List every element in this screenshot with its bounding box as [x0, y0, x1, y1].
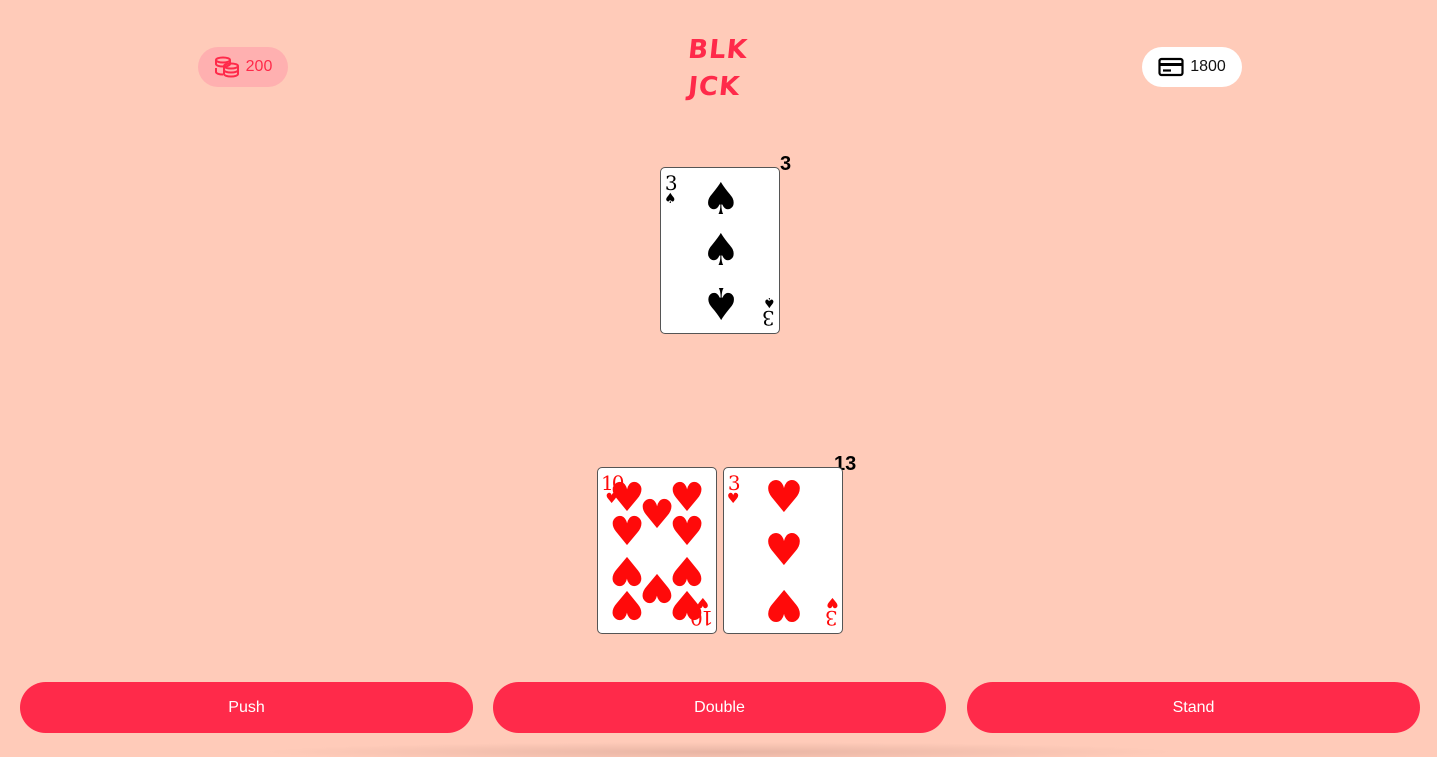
spade-icon: ♠ — [763, 294, 776, 310]
card-corner: 3 ♥ — [826, 594, 839, 630]
spade-icon: ♠ — [701, 277, 741, 328]
heart-icon: ♥ — [826, 594, 839, 610]
heart-icon: ♥ — [609, 509, 645, 555]
spade-icon: ♠ — [664, 191, 677, 207]
bank-amount: 1800 — [1190, 58, 1226, 75]
heart-icon: ♥ — [727, 491, 740, 507]
player-card-3-hearts: 3 ♥ ♥ ♥ ♥ 3 ♥ — [723, 467, 843, 634]
heart-icon: ♥ — [764, 472, 804, 523]
spade-icon: ♠ — [701, 174, 741, 225]
logo-line-2: JCK — [686, 72, 742, 102]
card-corner: 10 ♥ — [691, 594, 713, 630]
card-corner: 3 ♠ — [664, 171, 678, 207]
dealer-card-3-spades: 3 ♠ ♠ ♠ ♠ 3 ♠ — [660, 167, 780, 334]
card-corner: 3 ♠ — [763, 294, 776, 330]
stand-button[interactable]: Stand — [967, 682, 1420, 733]
push-button[interactable]: Push — [20, 682, 473, 733]
heart-icon: ♥ — [669, 509, 705, 555]
game-logo: BLK JCK — [664, 32, 768, 106]
heart-icon: ♥ — [696, 594, 709, 610]
double-button[interactable]: Double — [493, 682, 946, 733]
dealer-score: 3 — [780, 153, 792, 175]
player-card-10-hearts: 10 ♥ ♥ ♥ ♥ ♥ ♥ ♥ ♥ ♥ ♥ ♥ 10 ♥ — [597, 467, 717, 634]
heart-icon: ♥ — [764, 525, 804, 576]
spade-icon: ♠ — [701, 225, 741, 276]
heart-icon: ♥ — [764, 579, 804, 630]
card-corner: 3 ♥ — [727, 471, 741, 507]
bank-balance: 1800 — [1142, 47, 1242, 87]
heart-icon: ♥ — [609, 581, 645, 627]
bet-display: 200 — [198, 47, 288, 87]
bottom-shadow — [260, 742, 1180, 757]
coins-icon — [214, 56, 240, 78]
bet-amount: 200 — [245, 58, 273, 75]
credit-card-icon — [1158, 57, 1184, 77]
logo-line-1: BLK — [686, 35, 750, 65]
